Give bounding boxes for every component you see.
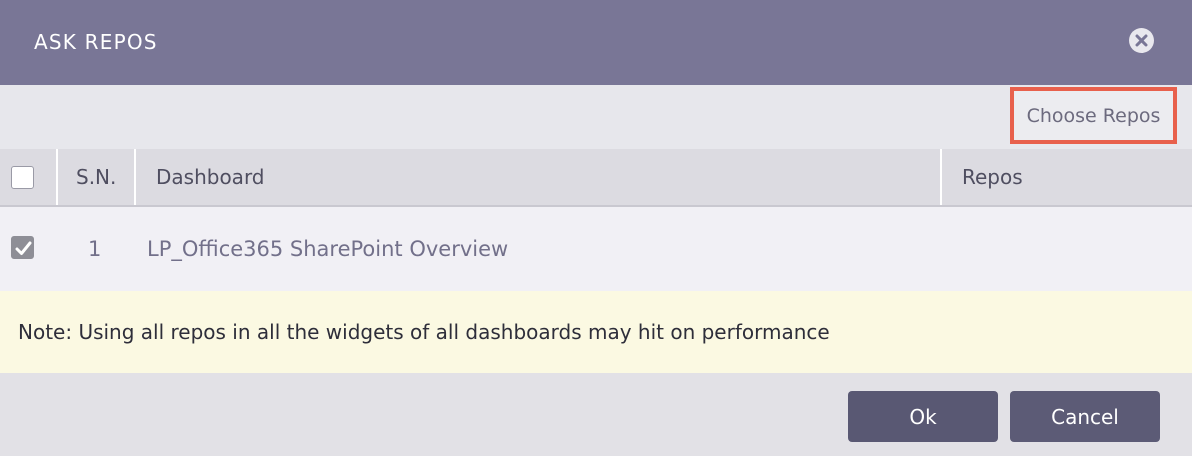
ask-repos-dialog: ASK REPOS Choose Repos S.N. Dashboard Re… bbox=[0, 0, 1192, 456]
dialog-title: ASK REPOS bbox=[34, 30, 158, 54]
column-divider bbox=[56, 149, 58, 205]
ok-button[interactable]: Ok bbox=[848, 391, 998, 442]
close-icon[interactable] bbox=[1129, 28, 1154, 53]
performance-note: Note: Using all repos in all the widgets… bbox=[0, 291, 1192, 373]
table-header: S.N. Dashboard Repos bbox=[0, 149, 1192, 207]
note-text: Note: Using all repos in all the widgets… bbox=[18, 320, 830, 344]
column-header-repos: Repos bbox=[962, 165, 1023, 189]
checkmark-icon bbox=[15, 241, 32, 255]
column-divider bbox=[134, 149, 136, 205]
column-header-dashboard: Dashboard bbox=[156, 165, 265, 189]
row-checkbox[interactable] bbox=[11, 236, 34, 259]
table-row[interactable]: 1 LP_Office365 SharePoint Overview bbox=[0, 207, 1192, 291]
column-divider bbox=[940, 149, 942, 205]
select-all-checkbox[interactable] bbox=[11, 166, 34, 189]
cancel-button[interactable]: Cancel bbox=[1010, 391, 1160, 442]
row-dashboard: LP_Office365 SharePoint Overview bbox=[147, 237, 509, 261]
choose-repos-button[interactable]: Choose Repos bbox=[1010, 87, 1177, 144]
row-sn: 1 bbox=[88, 237, 102, 261]
dialog-header: ASK REPOS bbox=[0, 0, 1192, 85]
column-header-sn: S.N. bbox=[76, 165, 117, 189]
